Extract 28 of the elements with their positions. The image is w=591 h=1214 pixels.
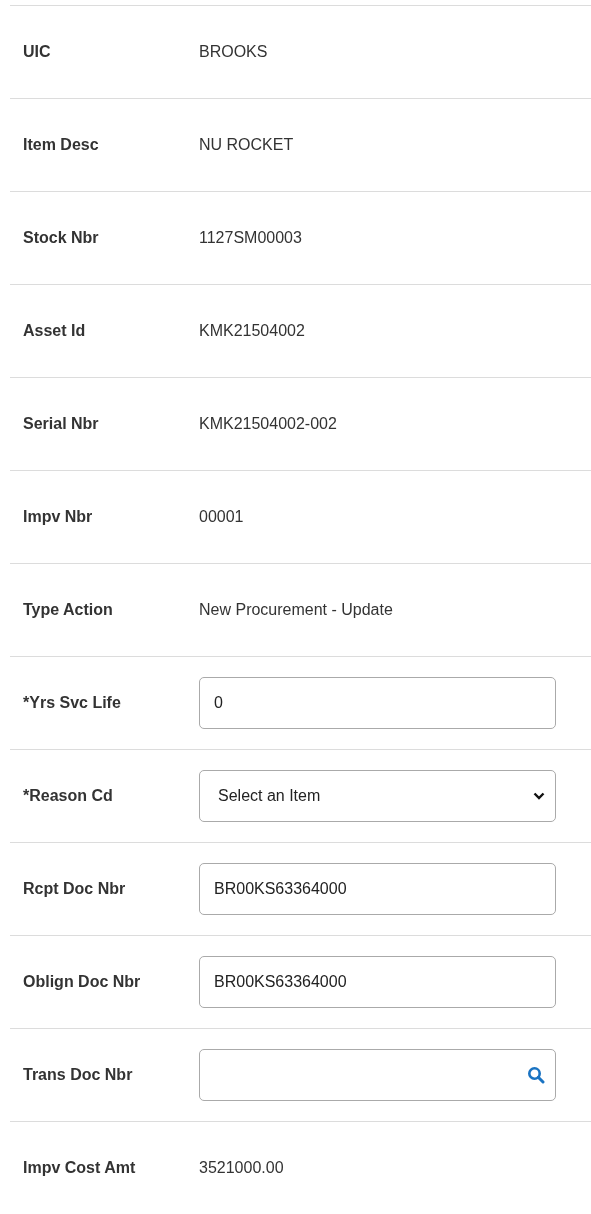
input-field[interactable]: BR00KS63364000 bbox=[199, 863, 556, 915]
field-label: *Yrs Svc Life bbox=[22, 694, 122, 712]
field-label: Stock Nbr bbox=[22, 229, 100, 247]
field-value: New Procurement - Update bbox=[199, 601, 393, 619]
field-value: KMK21504002-002 bbox=[199, 415, 337, 433]
field-label: Trans Doc Nbr bbox=[22, 1066, 134, 1084]
field-value: 1127SM00003 bbox=[199, 229, 302, 247]
field-value: NU ROCKET bbox=[199, 136, 294, 154]
search-icon[interactable] bbox=[527, 1066, 545, 1084]
field-label: Asset Id bbox=[22, 322, 87, 340]
field-value: KMK21504002 bbox=[199, 322, 305, 340]
field-value: 3521000.00 bbox=[199, 1159, 284, 1177]
field-label: Impv Cost Amt bbox=[22, 1159, 137, 1177]
field-label: UIC bbox=[22, 43, 52, 61]
field-value: BROOKS bbox=[199, 43, 268, 61]
field-label: Item Desc bbox=[22, 136, 100, 154]
field-label: Serial Nbr bbox=[22, 415, 100, 433]
lookup-field[interactable] bbox=[199, 1049, 556, 1101]
field-label: Rcpt Doc Nbr bbox=[22, 880, 127, 898]
field-value: 00001 bbox=[199, 508, 244, 526]
select-dropdown[interactable]: Select an Item bbox=[199, 770, 556, 822]
input-field[interactable]: 0 bbox=[199, 677, 556, 729]
field-label: Type Action bbox=[22, 601, 114, 619]
field-label: Oblign Doc Nbr bbox=[22, 973, 142, 991]
chevron-down-icon bbox=[533, 792, 545, 800]
field-label: Impv Nbr bbox=[22, 508, 94, 526]
input-field[interactable]: BR00KS63364000 bbox=[199, 956, 556, 1008]
field-label: *Reason Cd bbox=[22, 787, 114, 805]
